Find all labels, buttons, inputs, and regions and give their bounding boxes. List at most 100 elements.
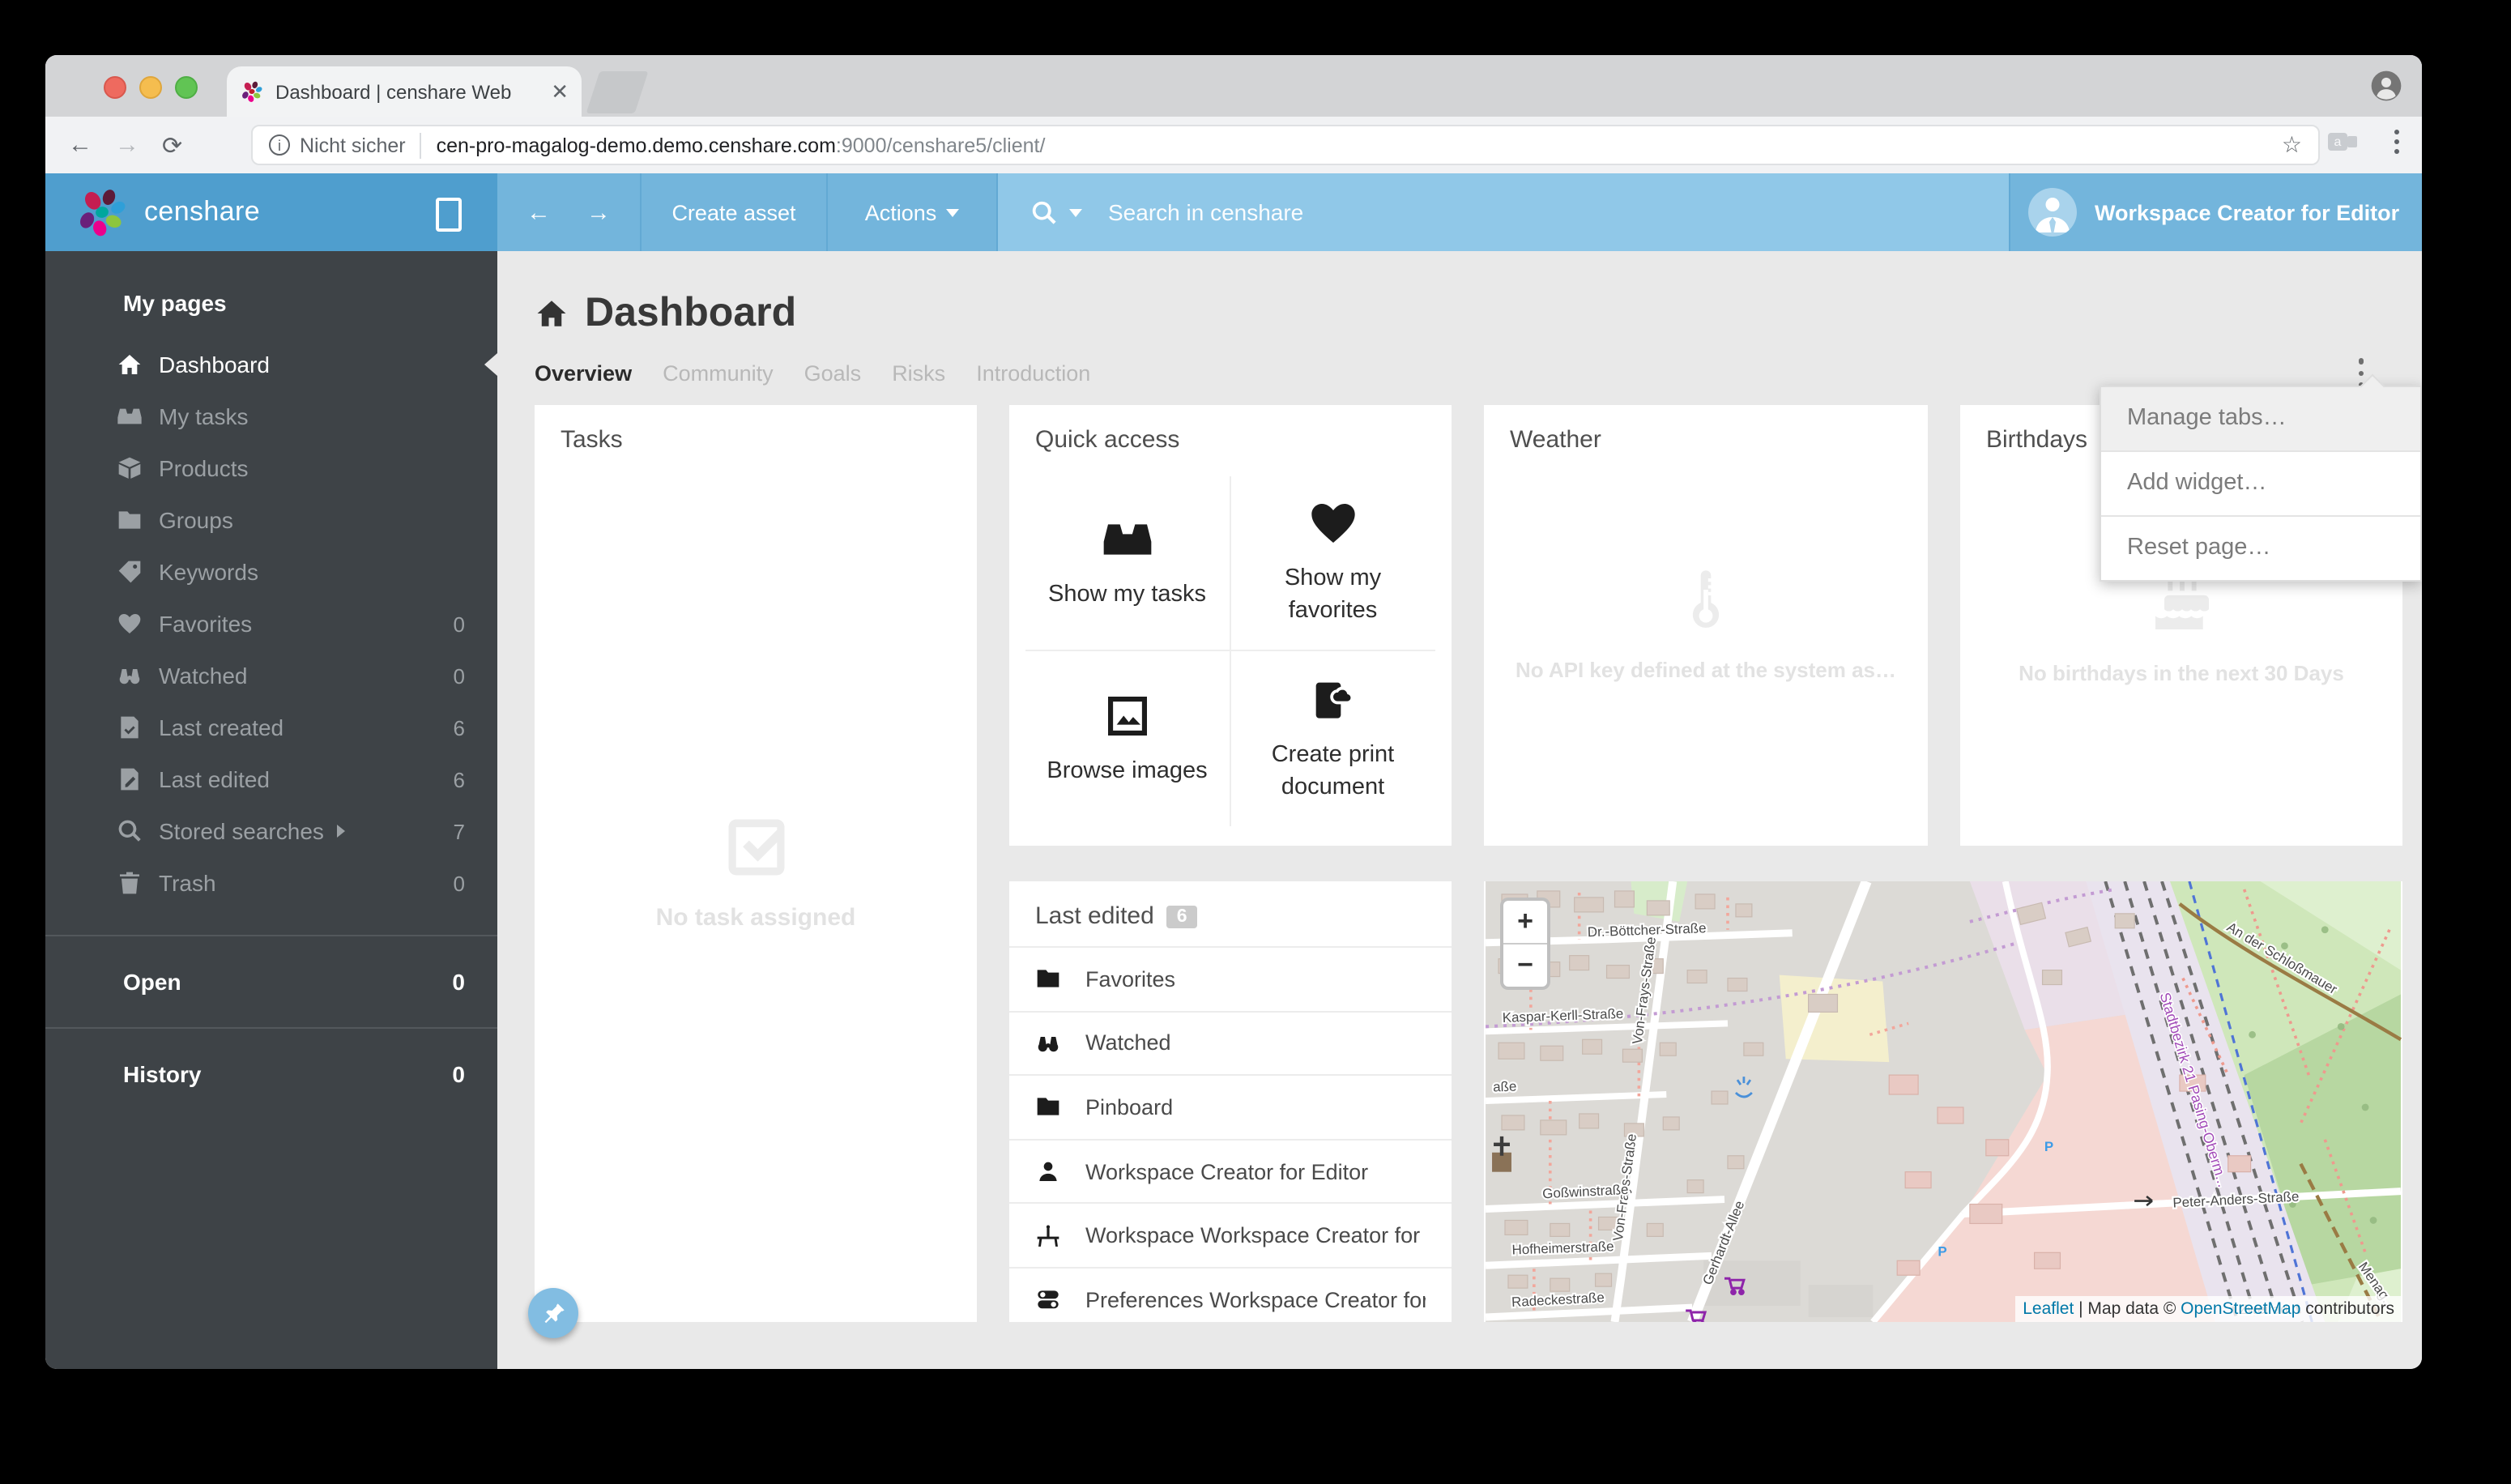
chrome-menu-icon[interactable] <box>2394 130 2399 154</box>
sidebar-item-keywords[interactable]: Keywords <box>45 546 497 598</box>
main-area: Dashboard Overview Community Goals Risks… <box>497 251 2422 1369</box>
tab-introduction[interactable]: Introduction <box>976 361 1090 386</box>
sidebar-item-trash[interactable]: Trash 0 <box>45 857 497 909</box>
pin-fab-button[interactable] <box>528 1288 578 1338</box>
sidebar-item-last-created[interactable]: Last created 6 <box>45 701 497 753</box>
brand-section: censhare <box>45 173 497 251</box>
sidebar-divider <box>45 935 497 936</box>
browser-tab[interactable]: Dashboard | censhare Web ✕ <box>227 66 582 117</box>
minimize-window-button[interactable] <box>139 76 162 99</box>
list-item-favorites[interactable]: Favorites <box>1009 946 1452 1010</box>
quick-access-widget: Quick access Show my tasks Show my favor… <box>1009 405 1452 846</box>
page-title: Dashboard <box>585 290 796 337</box>
quick-show-my-favorites[interactable]: Show my favorites <box>1230 476 1435 651</box>
folder-icon <box>1035 966 1061 992</box>
nav-forward-icon[interactable]: → <box>586 198 611 226</box>
last-edited-list: Favorites Watched Pinboa <box>1009 946 1452 1331</box>
sidebar-item-watched[interactable]: Watched 0 <box>45 650 497 701</box>
browser-forward-icon[interactable]: → <box>115 131 139 159</box>
sidebar-item-count: 0 <box>454 663 465 688</box>
openstreetmap-tiles: Dr.-Böttcher-Straße Kaspar-Kerll-Straße … <box>1484 881 2402 1322</box>
create-asset-button[interactable]: Create asset <box>640 173 826 251</box>
collapse-sidebar-icon[interactable] <box>436 198 462 232</box>
nav-back-icon[interactable]: ← <box>526 198 551 226</box>
leaflet-link[interactable]: Leaflet <box>2023 1299 2074 1319</box>
sidebar-item-dashboard[interactable]: Dashboard <box>45 339 497 390</box>
heart-icon <box>117 611 143 637</box>
sidebar-header: My pages <box>45 251 497 339</box>
search-scope-caret-icon[interactable] <box>1069 208 1082 216</box>
quick-create-print-document[interactable]: Create print document <box>1230 651 1435 826</box>
doc-check-icon <box>117 714 143 740</box>
widget-title: Quick access <box>1009 405 1452 454</box>
tab-risks[interactable]: Risks <box>892 361 945 386</box>
checkbox-icon <box>718 810 793 885</box>
image-icon <box>1102 689 1153 741</box>
chrome-profile-icon[interactable] <box>2370 70 2402 102</box>
quick-label: Create print document <box>1244 740 1422 804</box>
user-menu[interactable]: Workspace Creator for Editor <box>2009 173 2422 251</box>
search-icon <box>117 818 143 844</box>
pin-icon <box>540 1300 566 1326</box>
menu-item-manage-tabs[interactable]: Manage tabs… <box>2101 387 2420 450</box>
browser-reload-icon[interactable]: ⟳ <box>162 130 182 160</box>
weather-empty-state: No API key defined at the system as… <box>1484 567 1928 682</box>
inbox-icon <box>117 403 143 429</box>
quick-browse-images[interactable]: Browse images <box>1025 651 1230 826</box>
tab-close-icon[interactable]: ✕ <box>551 81 569 102</box>
sidebar-item-stored-searches[interactable]: Stored searches 7 <box>45 805 497 857</box>
search-input[interactable] <box>1105 198 1792 227</box>
quick-label: Show my favorites <box>1244 565 1422 628</box>
sidebar-open-row[interactable]: Open 0 <box>45 962 497 1001</box>
heart-icon <box>1307 498 1359 550</box>
global-search[interactable] <box>996 173 2009 251</box>
url-separator <box>420 132 422 158</box>
parking-label: P <box>1938 1243 1946 1259</box>
open-label: Open <box>123 969 452 995</box>
map-canvas[interactable]: Dr.-Böttcher-Straße Kaspar-Kerll-Straße … <box>1484 881 2402 1322</box>
street-label: aße <box>1493 1079 1517 1095</box>
list-item-workspace-workspace[interactable]: Workspace Workspace Creator for Editor <box>1009 1203 1452 1267</box>
tab-overview[interactable]: Overview <box>535 361 632 386</box>
sidebar-item-groups[interactable]: Groups <box>45 494 497 546</box>
tab-goals[interactable]: Goals <box>804 361 862 386</box>
bookmark-star-icon[interactable]: ☆ <box>2282 131 2302 159</box>
quick-label: Show my tasks <box>1048 580 1206 612</box>
address-bar[interactable]: iNicht sicher cen-pro-magalog-demo.demo.… <box>251 125 2320 165</box>
sidebar-item-last-edited[interactable]: Last edited 6 <box>45 753 497 805</box>
menu-item-reset-page[interactable]: Reset page… <box>2101 515 2420 580</box>
sidebar-item-favorites[interactable]: Favorites 0 <box>45 598 497 650</box>
list-item-workspace[interactable]: Workspace Creator for Editor <box>1009 1139 1452 1203</box>
osm-link[interactable]: OpenStreetMap <box>2181 1299 2300 1319</box>
list-item-pinboard[interactable]: Pinboard <box>1009 1074 1452 1138</box>
sidebar-item-count: 7 <box>454 819 465 843</box>
trash-icon <box>117 870 143 896</box>
sidebar: My pages Dashboard My tasks <box>45 251 497 1369</box>
sidebar-item-label: Keywords <box>159 559 465 585</box>
url-host: cen-pro-magalog-demo.demo.censhare.com <box>437 134 836 156</box>
zoom-window-button[interactable] <box>175 76 198 99</box>
home-icon <box>117 352 143 377</box>
list-item-watched[interactable]: Watched <box>1009 1010 1452 1074</box>
new-tab-button[interactable] <box>586 71 649 113</box>
sidebar-item-my-tasks[interactable]: My tasks <box>45 390 497 442</box>
list-item-preferences[interactable]: Preferences Workspace Creator for Editor <box>1009 1267 1452 1331</box>
sidebar-history-row[interactable]: History 0 <box>45 1055 497 1094</box>
list-item-label: Pinboard <box>1085 1095 1173 1119</box>
actions-button[interactable]: Actions <box>826 173 996 251</box>
browser-tabstrip: Dashboard | censhare Web ✕ <box>45 55 2422 117</box>
page-header: Dashboard <box>535 290 796 337</box>
content-area: My pages Dashboard My tasks <box>45 251 2422 1369</box>
zoom-out-button[interactable]: − <box>1503 945 1547 987</box>
last-edited-title: Last edited <box>1035 902 1154 930</box>
quick-show-my-tasks[interactable]: Show my tasks <box>1025 476 1230 651</box>
close-window-button[interactable] <box>104 76 126 99</box>
sidebar-item-products[interactable]: Products <box>45 442 497 494</box>
tab-community[interactable]: Community <box>663 361 774 386</box>
extension-icon[interactable]: a <box>2328 131 2357 157</box>
browser-back-icon[interactable]: ← <box>68 131 92 159</box>
menu-item-add-widget[interactable]: Add widget… <box>2101 450 2420 515</box>
expand-arrow-icon[interactable] <box>337 825 345 838</box>
security-status[interactable]: iNicht sicher <box>269 134 406 156</box>
zoom-in-button[interactable]: + <box>1503 901 1547 945</box>
